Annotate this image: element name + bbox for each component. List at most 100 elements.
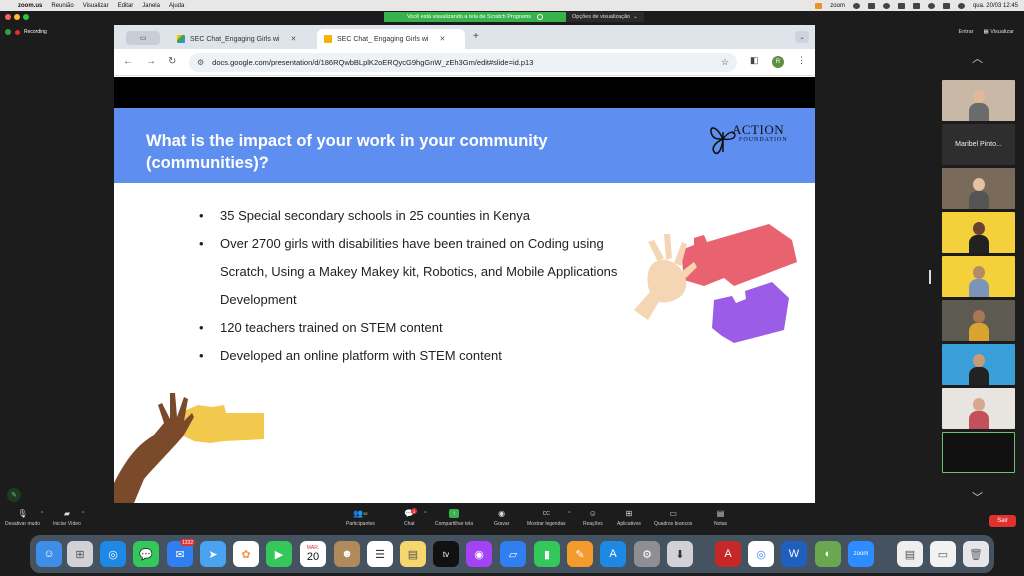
minimize-window-icon[interactable] [14,14,20,20]
preview-icon[interactable]: ⬇ [667,541,693,567]
screen-icon[interactable] [867,2,875,9]
participants-button[interactable]: 👥 92 Participantes [346,509,375,527]
recording-label: Recording [24,29,47,35]
participant-tile[interactable] [942,168,1015,209]
numbers-icon[interactable]: ▮ [534,541,560,567]
scroll-up-icon[interactable]: ︿ [972,50,983,66]
microphone-status-icon[interactable] [815,2,823,9]
launchpad-icon[interactable]: ⊞ [67,541,93,567]
scroll-down-icon[interactable]: ﹀ [972,489,983,505]
maps-icon[interactable]: ➤ [200,541,226,567]
participant-tile[interactable] [942,256,1015,297]
photos-icon[interactable]: ✿ [233,541,259,567]
downloads-folder-icon[interactable]: ▭ [930,541,956,567]
notes-app-icon[interactable]: ▤ [400,541,426,567]
menu-zoom-status[interactable]: zoom [830,3,845,9]
enter-button[interactable]: Entrar [959,29,974,35]
participant-tile[interactable] [942,212,1015,253]
view-options-button[interactable]: Opções de visualização ⌄ [566,12,644,22]
participant-tile[interactable] [942,80,1015,121]
shield-icon[interactable] [5,29,11,35]
record-button[interactable]: ◉ Gravar [494,509,509,527]
bookmark-star-icon[interactable]: ☆ [721,57,729,68]
apple-tv-icon[interactable]: tv [433,541,459,567]
participant-tile[interactable] [942,344,1015,385]
siri-icon[interactable] [957,2,965,9]
mute-button[interactable]: 🎙 Desativar mudo [5,509,40,527]
safari-icon[interactable]: ◎ [100,541,126,567]
word-icon[interactable]: W [781,541,807,567]
forward-icon[interactable]: → [146,56,156,67]
menu-app-name[interactable]: zoom.us [18,3,42,9]
menu-item-reuniao[interactable]: Reunião [51,3,73,9]
apps-button[interactable]: ⊞ Aplicativos [617,509,641,527]
facetime-icon[interactable]: ▶ [266,541,292,567]
close-window-icon[interactable] [5,14,11,20]
participant-tile-name-only[interactable]: Maribel Pinto... [942,124,1015,165]
chat-badge: 3 [411,508,417,514]
trash-icon[interactable]: 🗑 [963,541,989,567]
scratch-programs-icon[interactable]: ◐ [815,541,841,567]
captions-options-caret-icon[interactable]: ^ [568,511,570,517]
play-icon[interactable] [882,2,890,9]
menu-item-editar[interactable]: Editar [118,3,134,9]
chat-button[interactable]: 💬 3 Chat [404,508,417,527]
captions-button[interactable]: CC Mostrar legendas [527,509,566,528]
messages-icon[interactable]: 💬 [133,541,159,567]
close-tab-icon[interactable]: ✕ [291,35,297,43]
view-button[interactable]: ▦ Visualizar [984,29,1014,35]
acrobat-icon[interactable]: A [715,541,741,567]
tab-search-icon[interactable]: ▭ [126,31,160,45]
wifi-icon[interactable] [912,2,920,9]
control-center-icon[interactable] [942,2,950,9]
annotate-pen-icon[interactable]: ✎ [7,488,21,502]
start-video-button[interactable]: ▰ Iniciar Vídeo [53,509,81,527]
contacts-icon[interactable]: ☻ [334,541,360,567]
leave-meeting-button[interactable]: Sair [989,515,1016,527]
whiteboards-button[interactable]: ▭ Quadros brancos [654,509,692,527]
recording-indicator[interactable]: Recording [5,29,47,35]
notes-button[interactable]: ▤ Notas [714,509,727,527]
participant-tile-active-speaker[interactable] [942,432,1015,473]
reactions-button[interactable]: ☺ Reações [583,509,603,527]
chat-options-caret-icon[interactable]: ^ [424,511,426,517]
keynote-icon[interactable]: ▱ [500,541,526,567]
app-store-icon[interactable]: A [600,541,626,567]
close-tab-icon[interactable]: ✕ [439,35,445,43]
reload-icon[interactable]: ↻ [168,56,176,67]
menu-item-visualizar[interactable]: Visualizar [83,3,109,9]
share-screen-button[interactable]: ↑ Compartilhar tela [435,509,473,527]
menu-datetime[interactable]: qua. 20/03 12:45 [973,3,1018,9]
bluetooth-icon[interactable] [897,2,905,9]
zoom-app-icon[interactable]: zoom [848,541,874,567]
side-panel-icon[interactable]: ◧ [750,55,759,66]
profile-avatar[interactable]: R [772,56,784,68]
video-options-caret-icon[interactable]: ^ [82,511,84,517]
tab-active[interactable]: SEC Chat_ Engaging Girls wi ✕ [317,29,465,49]
more-menu-icon[interactable]: ⋮ [797,55,806,66]
pages-icon[interactable]: ✎ [567,541,593,567]
tab-inactive[interactable]: SEC Chat_Engaging Girls wi ✕ [170,29,310,49]
new-tab-icon[interactable]: + [473,31,479,42]
system-settings-icon[interactable]: ⚙ [634,541,660,567]
mute-options-caret-icon[interactable]: ^ [41,511,43,517]
back-icon[interactable]: ← [123,56,133,67]
site-info-icon[interactable]: ⚙ [197,58,204,67]
address-bar[interactable]: ⚙ docs.google.com/presentation/d/186RQwb… [189,53,737,72]
chrome-icon[interactable]: ◎ [748,541,774,567]
podcasts-icon[interactable]: ◉ [466,541,492,567]
tab-list-icon[interactable]: ⌄ [795,31,809,43]
calendar-icon[interactable]: MAR. 20 [300,541,326,567]
maximize-window-icon[interactable] [23,14,29,20]
reminders-icon[interactable]: ☰ [367,541,393,567]
status-icon[interactable] [852,2,860,9]
finder-icon[interactable]: ☺ [36,541,62,567]
document-stack-icon[interactable]: ▤ [897,541,923,567]
search-icon[interactable] [927,2,935,9]
presentation-letterbox [114,77,815,108]
panel-scrollbar[interactable] [929,270,931,284]
participant-tile[interactable] [942,388,1015,429]
participant-tile[interactable] [942,300,1015,341]
menu-item-ajuda[interactable]: Ajuda [169,3,184,9]
menu-item-janela[interactable]: Janela [142,3,160,9]
